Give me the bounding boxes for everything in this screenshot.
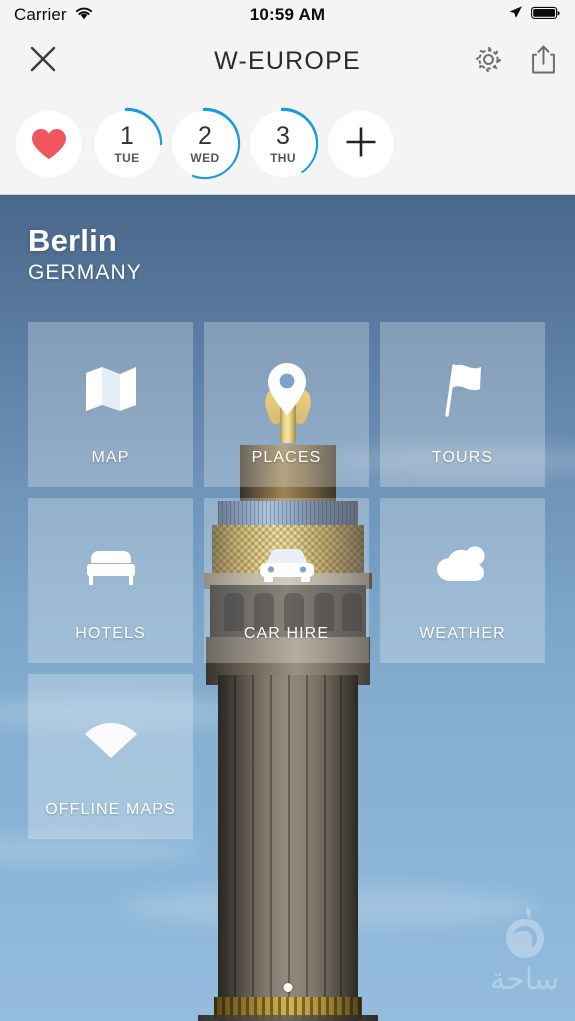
feature-tile-grid: MAP PLACES TOURS HOTELS CAR HIRE WEATHER… [28, 322, 547, 839]
day-number-3: 3 [276, 121, 290, 150]
day-weekday-3: THU [270, 150, 296, 165]
favorites-circle [16, 111, 82, 177]
tile-label-map: MAP [91, 449, 130, 466]
tile-map[interactable]: MAP [28, 322, 193, 487]
apple-logo-icon [500, 905, 550, 966]
destination-header: Berlin GERMANY [28, 223, 142, 285]
add-day-circle [328, 111, 394, 177]
tile-weather[interactable]: WEATHER [380, 498, 545, 663]
flag-icon [436, 358, 490, 420]
plus-icon [343, 124, 379, 165]
gear-icon [473, 46, 504, 79]
favorites-day-button[interactable] [12, 107, 85, 180]
tile-label-offline-maps: OFFLINE MAPS [45, 801, 176, 818]
status-bar-right [288, 5, 562, 25]
day-weekday-1: TUE [114, 150, 140, 165]
wifi-signal-icon [82, 710, 140, 772]
car-icon [257, 534, 317, 596]
close-icon [28, 44, 58, 79]
settings-button[interactable] [473, 44, 504, 80]
tile-label-places: PLACES [251, 449, 322, 466]
day-selector-strip: 1 TUE 2 WED 3 THU [0, 93, 575, 195]
share-button[interactable] [530, 44, 557, 80]
day-circle-2: 2 WED [172, 111, 238, 177]
status-bar: Carrier 10:59 AM [0, 0, 575, 30]
navigation-bar: W-EUROPE [0, 30, 575, 93]
day-button-3[interactable]: 3 THU [246, 107, 319, 180]
bed-icon [83, 534, 139, 596]
heart-icon [30, 127, 68, 161]
watermark-text: ساحة [490, 963, 559, 996]
watermark: ساحة [490, 905, 559, 997]
day-circle-3: 3 THU [250, 111, 316, 177]
map-folded-icon [83, 358, 139, 420]
add-day-button[interactable] [324, 107, 397, 180]
tile-tours[interactable]: TOURS [380, 322, 545, 487]
map-pin-icon [266, 358, 308, 420]
tile-label-car-hire: CAR HIRE [243, 625, 330, 642]
tile-hotels[interactable]: HOTELS [28, 498, 193, 663]
tile-places[interactable]: PLACES [204, 322, 369, 487]
location-arrow-icon [508, 5, 523, 25]
day-weekday-2: WED [190, 150, 220, 165]
tile-car-hire[interactable]: CAR HIRE [204, 498, 369, 663]
tile-label-hotels: HOTELS [75, 625, 146, 642]
tile-label-tours: TOURS [431, 449, 494, 466]
day-circle-1: 1 TUE [94, 111, 160, 177]
page-indicator-dot[interactable] [283, 983, 292, 992]
day-number-2: 2 [198, 121, 212, 150]
share-icon [530, 45, 557, 79]
sun-cloud-icon [434, 534, 492, 596]
city-name: Berlin [28, 223, 118, 258]
day-number-1: 1 [120, 121, 134, 150]
country-name: GERMANY [28, 260, 142, 284]
tile-offline-maps[interactable]: OFFLINE MAPS [28, 674, 193, 839]
day-button-2[interactable]: 2 WED [168, 107, 241, 180]
tile-label-weather: WEATHER [419, 625, 506, 642]
close-button[interactable] [24, 43, 62, 81]
battery-full-icon [531, 6, 561, 25]
navigation-actions [473, 44, 557, 80]
column-base-plinth [198, 1015, 378, 1021]
day-button-1[interactable]: 1 TUE [90, 107, 163, 180]
